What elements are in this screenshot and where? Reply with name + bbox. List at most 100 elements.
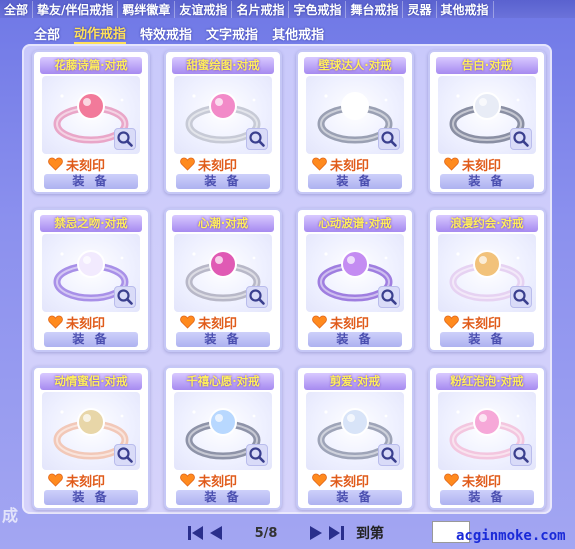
ring-card[interactable]: 心潮·对戒 未刻印装 备	[164, 208, 282, 352]
top-tab-8[interactable]: 其他戒指	[437, 0, 494, 18]
engrave-status: 未刻印	[180, 472, 237, 490]
ring-image	[438, 76, 536, 154]
ring-grid-panel: 花藤诗篇·对戒 未刻印装 备甜蜜绘图·对戒 未刻印装 备壁球达人·对戒 未刻印装 备告…	[22, 44, 552, 514]
zoom-button[interactable]	[510, 444, 532, 466]
engrave-status-label: 未刻印	[198, 316, 238, 332]
zoom-button[interactable]	[114, 286, 136, 308]
magnifier-icon	[249, 289, 265, 305]
ring-image	[174, 392, 272, 470]
top-tab-0[interactable]: 全部	[0, 0, 34, 18]
equip-button[interactable]: 装 备	[176, 490, 270, 505]
equip-button[interactable]: 装 备	[440, 174, 534, 189]
top-tab-1[interactable]: 挚友/伴侣戒指	[33, 0, 119, 18]
ring-card[interactable]: 壁球达人·对戒 未刻印装 备	[296, 50, 414, 194]
engrave-status-label: 未刻印	[330, 474, 370, 490]
last-page-icon[interactable]	[326, 524, 346, 542]
zoom-button[interactable]	[246, 286, 268, 308]
ring-image	[42, 392, 140, 470]
ring-card[interactable]: 甜蜜绘图·对戒未刻印装 备	[164, 50, 282, 194]
heart-icon	[48, 157, 63, 171]
heart-icon	[444, 473, 459, 487]
ring-card[interactable]: 禁忌之吻·对戒未刻印装 备	[32, 208, 150, 352]
engrave-status-label: 未刻印	[462, 316, 502, 332]
watermark-text: acginmoke.com	[456, 528, 566, 544]
top-tab-2[interactable]: 羁绊徽章	[118, 0, 176, 18]
zoom-button[interactable]	[246, 128, 268, 150]
engrave-status: 未刻印	[48, 314, 105, 332]
ring-card[interactable]: 动情蜜侣·对戒 未刻印装 备	[32, 366, 150, 510]
equip-button[interactable]: 装 备	[176, 174, 270, 189]
heart-icon	[444, 157, 459, 171]
magnifier-icon	[513, 131, 529, 147]
heart-icon	[180, 157, 195, 171]
engrave-status: 未刻印	[180, 156, 238, 174]
ring-card[interactable]: 千禧心愿·对戒 未刻印装 备	[164, 366, 282, 510]
zoom-button[interactable]	[246, 444, 268, 466]
ring-title: 花藤诗篇·对戒	[40, 57, 142, 74]
ring-title: 浪漫约会·对戒	[436, 215, 538, 232]
ring-image	[42, 234, 140, 312]
magnifier-icon	[513, 447, 529, 463]
magnifier-icon	[513, 289, 529, 305]
engrave-status: 未刻印	[312, 314, 369, 332]
ring-card[interactable]: 花藤诗篇·对戒 未刻印装 备	[32, 50, 150, 194]
ring-title: 粉红泡泡·对戒	[436, 373, 538, 390]
zoom-button[interactable]	[378, 286, 400, 308]
next-page-icon[interactable]	[306, 524, 326, 542]
sub-tab-4[interactable]: 其他戒指	[272, 24, 324, 43]
heart-icon	[312, 315, 327, 329]
equip-button[interactable]: 装 备	[308, 490, 402, 505]
zoom-button[interactable]	[510, 286, 532, 308]
ring-title: 告白·对戒	[436, 57, 538, 74]
magnifier-icon	[117, 131, 133, 147]
ring-image	[306, 392, 404, 470]
top-tab-5[interactable]: 字色戒指	[289, 0, 347, 18]
magnifier-icon	[381, 131, 397, 147]
top-tab-6[interactable]: 舞台戒指	[346, 0, 404, 18]
engrave-status: 未刻印	[48, 472, 106, 490]
ring-card[interactable]: 告白·对戒未刻印装 备	[428, 50, 546, 194]
goto-page-label: 到第	[356, 526, 384, 542]
equip-button[interactable]: 装 备	[44, 174, 138, 189]
equip-button[interactable]: 装 备	[308, 174, 402, 189]
prev-page-icon[interactable]	[206, 524, 226, 542]
first-page-icon[interactable]	[186, 524, 206, 542]
zoom-button[interactable]	[114, 444, 136, 466]
equip-button[interactable]: 装 备	[308, 332, 402, 347]
engrave-status-label: 未刻印	[462, 474, 502, 490]
equip-button[interactable]: 装 备	[176, 332, 270, 347]
ring-card[interactable]: 粉红泡泡·对戒未刻印装 备	[428, 366, 546, 510]
zoom-button[interactable]	[114, 128, 136, 150]
top-tab-7[interactable]: 灵器	[403, 0, 437, 18]
sub-tab-0[interactable]: 全部	[34, 24, 60, 43]
ring-card[interactable]: 剪爱·对戒 未刻印装 备	[296, 366, 414, 510]
ring-image	[438, 234, 536, 312]
sub-tab-3[interactable]: 文字戒指	[206, 24, 258, 43]
zoom-button[interactable]	[510, 128, 532, 150]
heart-icon	[48, 315, 63, 329]
engrave-status-label: 未刻印	[198, 158, 238, 174]
engrave-status: 未刻印	[444, 314, 502, 332]
equip-button[interactable]: 装 备	[44, 332, 138, 347]
engrave-status-label: 未刻印	[66, 474, 106, 490]
zoom-button[interactable]	[378, 444, 400, 466]
equip-button[interactable]: 装 备	[440, 490, 534, 505]
top-tab-3[interactable]: 友谊戒指	[175, 0, 233, 18]
ring-title: 壁球达人·对戒	[304, 57, 406, 74]
engrave-status: 未刻印	[180, 314, 238, 332]
ring-card[interactable]: 浪漫约会·对戒未刻印装 备	[428, 208, 546, 352]
magnifier-icon	[381, 447, 397, 463]
equip-button[interactable]: 装 备	[440, 332, 534, 347]
equip-button[interactable]: 装 备	[44, 490, 138, 505]
top-tab-4[interactable]: 名片戒指	[232, 0, 290, 18]
ring-title: 甜蜜绘图·对戒	[172, 57, 274, 74]
engrave-status-label: 未刻印	[462, 158, 502, 174]
heart-icon	[48, 473, 63, 487]
sub-tab-1[interactable]: 动作戒指	[74, 23, 127, 44]
ring-image	[306, 234, 404, 312]
ring-card[interactable]: 心动波谱·对戒 未刻印装 备	[296, 208, 414, 352]
zoom-button[interactable]	[378, 128, 400, 150]
sub-tab-2[interactable]: 特效戒指	[140, 24, 192, 43]
ring-image	[306, 76, 404, 154]
ring-title: 禁忌之吻·对戒	[40, 215, 142, 232]
